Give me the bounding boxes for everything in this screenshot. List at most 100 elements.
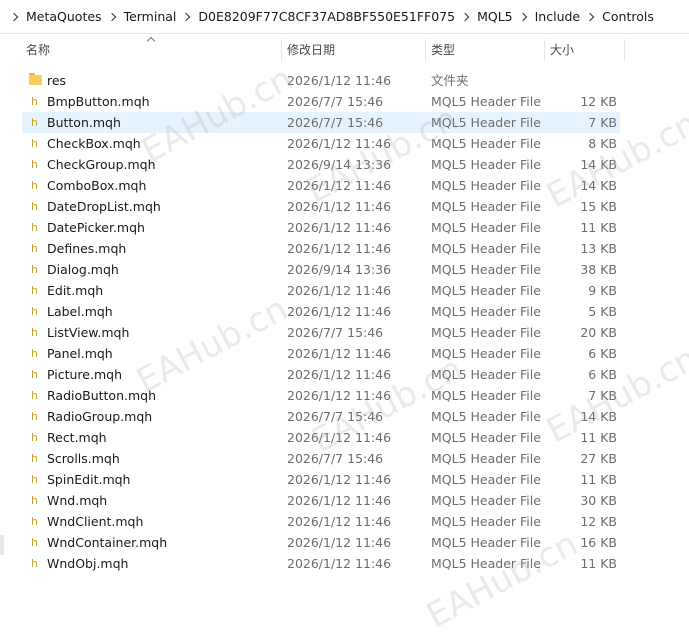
header-file-icon: h — [31, 179, 38, 192]
file-modified-date: 2026/1/12 11:46 — [287, 535, 392, 550]
file-modified-date: 2026/7/7 15:46 — [287, 409, 384, 424]
folder-row[interactable]: res 2026/1/12 11:46 文件夹 — [0, 70, 689, 91]
breadcrumb-chevron-icon[interactable] — [462, 13, 470, 21]
file-size: 14 KB — [580, 409, 617, 424]
file-type: MQL5 Header File — [431, 493, 541, 508]
file-row[interactable]: h BmpButton.mqh 2026/7/7 15:46 MQL5 Header … — [0, 91, 689, 112]
file-modified-date: 2026/1/12 11:46 — [287, 283, 392, 298]
file-row[interactable]: h Rect.mqh 2026/1/12 11:46 MQL5 Header File… — [0, 427, 689, 448]
file-type: MQL5 Header File — [431, 136, 541, 151]
file-name: Wnd.mqh — [47, 493, 108, 508]
breadcrumb-chevron-icon[interactable] — [183, 13, 191, 21]
column-divider[interactable] — [281, 39, 282, 61]
file-modified-date: 2026/1/12 11:46 — [287, 346, 392, 361]
column-divider[interactable] — [624, 39, 625, 61]
file-row[interactable]: h CheckBox.mqh 2026/1/12 11:46 MQL5 Header … — [0, 133, 689, 154]
file-size: 20 KB — [580, 325, 617, 340]
header-file-icon: h — [31, 515, 38, 528]
file-size: 13 KB — [580, 241, 617, 256]
file-row[interactable]: h ComboBox.mqh 2026/1/12 11:46 MQL5 Header … — [0, 175, 689, 196]
breadcrumb-chevron-icon[interactable] — [11, 13, 19, 21]
file-type: MQL5 Header File — [431, 535, 541, 550]
file-size: 9 KB — [588, 283, 617, 298]
file-row[interactable]: h Defines.mqh 2026/1/12 11:46 MQL5 Header F… — [0, 238, 689, 259]
file-name: RadioButton.mqh — [47, 388, 157, 403]
header-file-icon: h — [31, 452, 38, 465]
file-name: Scrolls.mqh — [47, 451, 120, 466]
header-file-icon: h — [31, 494, 38, 507]
file-type: MQL5 Header File — [431, 241, 541, 256]
header-file-icon: h — [31, 431, 38, 444]
file-type: MQL5 Header File — [431, 388, 541, 403]
file-modified-date: 2026/1/12 11:46 — [287, 136, 392, 151]
file-row[interactable]: h DatePicker.mqh 2026/1/12 11:46 MQL5 Heade… — [0, 217, 689, 238]
file-name: BmpButton.mqh — [47, 94, 150, 109]
file-size: 7 KB — [588, 388, 617, 403]
file-row[interactable]: h DateDropList.mqh 2026/1/12 11:46 MQL5 Hea… — [0, 196, 689, 217]
sort-ascending-icon — [147, 36, 154, 43]
file-size: 27 KB — [580, 451, 617, 466]
file-size: 11 KB — [580, 556, 617, 571]
breadcrumb[interactable]: MetaQuotes Terminal D0E8209F77C8CF37AD8BF5… — [0, 0, 689, 34]
header-file-icon: h — [31, 263, 38, 276]
header-file-icon: h — [31, 137, 38, 150]
breadcrumb-item[interactable]: Controls — [602, 9, 654, 24]
file-row[interactable]: h RadioGroup.mqh 2026/7/7 15:46 MQL5 Header… — [0, 406, 689, 427]
breadcrumb-item[interactable]: Terminal — [124, 9, 177, 24]
file-name: WndClient.mqh — [47, 514, 144, 529]
column-divider[interactable] — [425, 39, 426, 61]
file-row[interactable]: h WndClient.mqh 2026/1/12 11:46 MQL5 Header… — [0, 511, 689, 532]
file-row[interactable]: h RadioButton.mqh 2026/1/12 11:46 MQL5 Head… — [0, 385, 689, 406]
breadcrumb-chevron-icon[interactable] — [587, 13, 595, 21]
file-modified-date: 2026/1/12 11:46 — [287, 430, 392, 445]
file-size: 8 KB — [588, 136, 617, 151]
column-divider[interactable] — [544, 39, 545, 61]
file-row[interactable]: h CheckGroup.mqh 2026/9/14 13:36 MQL5 Heade… — [0, 154, 689, 175]
breadcrumb-chevron-icon[interactable] — [520, 13, 528, 21]
file-size: 6 KB — [588, 346, 617, 361]
file-size: 15 KB — [580, 199, 617, 214]
file-modified-date: 2026/7/7 15:46 — [287, 451, 384, 466]
file-modified-date: 2026/9/14 13:36 — [287, 157, 392, 172]
file-row[interactable]: h Scrolls.mqh 2026/7/7 15:46 MQL5 Header Fi… — [0, 448, 689, 469]
breadcrumb-item[interactable]: MetaQuotes — [26, 9, 102, 24]
column-type[interactable]: 类型 — [431, 35, 455, 65]
file-type: 文件夹 — [431, 73, 469, 88]
header-file-icon: h — [31, 473, 38, 486]
file-name: Label.mqh — [47, 304, 113, 319]
file-row[interactable]: h Picture.mqh 2026/1/12 11:46 MQL5 Header F… — [0, 364, 689, 385]
file-type: MQL5 Header File — [431, 346, 541, 361]
file-row[interactable]: h ListView.mqh 2026/7/7 15:46 MQL5 Header F… — [0, 322, 689, 343]
file-row[interactable]: h Label.mqh 2026/1/12 11:46 MQL5 Header Fil… — [0, 301, 689, 322]
breadcrumb-item[interactable]: D0E8209F77C8CF37AD8BF550E51FF075 — [198, 9, 455, 24]
file-type: MQL5 Header File — [431, 157, 541, 172]
file-type: MQL5 Header File — [431, 262, 541, 277]
file-size: 30 KB — [580, 493, 617, 508]
header-file-icon: h — [31, 116, 38, 129]
column-date[interactable]: 修改日期 — [287, 35, 335, 65]
file-name: CheckGroup.mqh — [47, 157, 156, 172]
file-name: Panel.mqh — [47, 346, 113, 361]
column-name[interactable]: 名称 — [26, 35, 50, 65]
file-row[interactable]: h Panel.mqh 2026/1/12 11:46 MQL5 Header Fil… — [0, 343, 689, 364]
file-row[interactable]: h SpinEdit.mqh 2026/1/12 11:46 MQL5 Header … — [0, 469, 689, 490]
file-name: RadioGroup.mqh — [47, 409, 153, 424]
file-modified-date: 2026/1/12 11:46 — [287, 472, 392, 487]
column-size[interactable]: 大小 — [550, 35, 574, 65]
header-file-icon: h — [31, 200, 38, 213]
file-row[interactable]: h WndContainer.mqh 2026/1/12 11:46 MQL5 Hea… — [0, 532, 689, 553]
file-row[interactable]: h Button.mqh 2026/7/7 15:46 MQL5 Header Fil… — [0, 112, 689, 133]
file-row[interactable]: h Wnd.mqh 2026/1/12 11:46 MQL5 Header File 3… — [0, 490, 689, 511]
scrollbar-thumb[interactable] — [0, 535, 4, 555]
file-row[interactable]: h Edit.mqh 2026/1/12 11:46 MQL5 Header File… — [0, 280, 689, 301]
file-name: WndContainer.mqh — [47, 535, 168, 550]
file-row[interactable]: h Dialog.mqh 2026/9/14 13:36 MQL5 Header Fi… — [0, 259, 689, 280]
breadcrumb-item[interactable]: MQL5 — [477, 9, 513, 24]
header-file-icon: h — [31, 326, 38, 339]
breadcrumb-chevron-icon[interactable] — [109, 13, 117, 21]
file-type: MQL5 Header File — [431, 451, 541, 466]
file-size: 7 KB — [588, 115, 617, 130]
file-type: MQL5 Header File — [431, 220, 541, 235]
breadcrumb-item[interactable]: Include — [535, 9, 581, 24]
file-row[interactable]: h WndObj.mqh 2026/1/12 11:46 MQL5 Header Fi… — [0, 553, 689, 574]
